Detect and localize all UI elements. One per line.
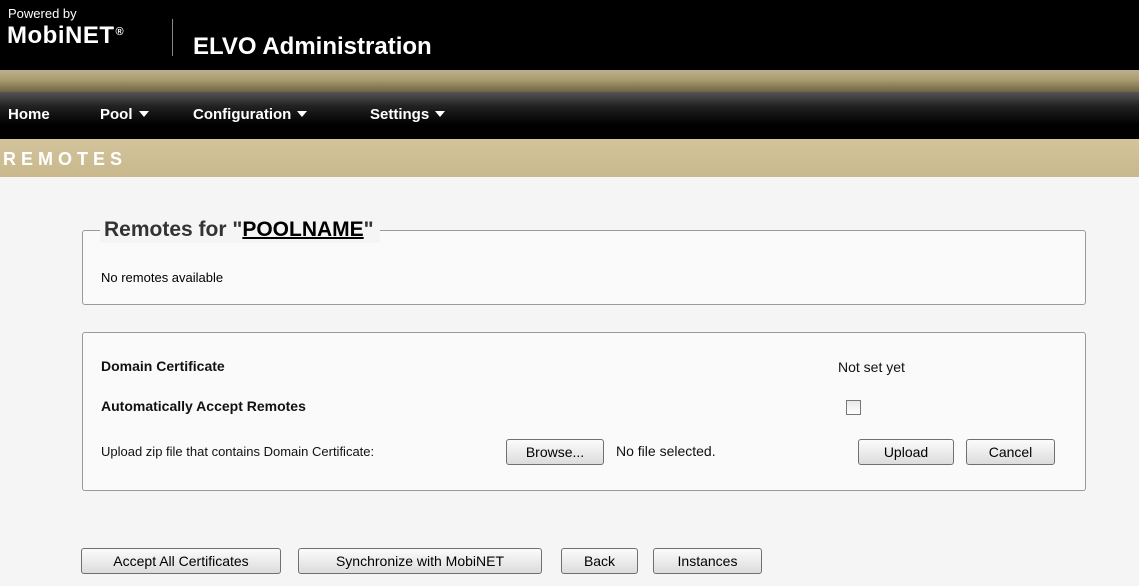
caret-down-icon [138, 111, 149, 117]
registered-mark: ® [115, 26, 125, 38]
auto-accept-checkbox[interactable] [846, 400, 861, 415]
remotes-title-suffix: " [363, 218, 374, 241]
no-remotes-message: No remotes available [101, 270, 224, 285]
remotes-title-prefix: Remotes for " [104, 218, 243, 241]
nav-item-label: Configuration [193, 106, 292, 123]
app-header: Powered by MobiNET® ELVO Administration [0, 0, 1139, 70]
caret-down-icon [297, 111, 308, 117]
header-divider [172, 19, 173, 56]
cancel-button[interactable]: Cancel [966, 439, 1055, 465]
section-title: REMOTES [3, 149, 128, 169]
main-navigation [0, 92, 1139, 139]
header-accent-stripe [0, 70, 1139, 92]
section-header-bar [0, 139, 1139, 177]
nav-item-settings[interactable]: Settings [370, 106, 446, 124]
back-button[interactable]: Back [561, 548, 638, 574]
upload-instructions: Upload zip file that contains Domain Cer… [101, 444, 375, 459]
domain-certificate-label: Domain Certificate [101, 358, 225, 374]
nav-item-label: Home [8, 106, 50, 123]
nav-item-label: Pool [100, 106, 133, 123]
nav-item-home[interactable]: Home [8, 106, 50, 124]
browse-button[interactable]: Browse... [506, 439, 604, 465]
nav-item-pool[interactable]: Pool [100, 106, 149, 124]
nav-item-label: Settings [370, 106, 430, 123]
file-status: No file selected. [616, 443, 716, 459]
pool-name-link[interactable]: POOLNAME [242, 218, 363, 241]
brand-name: MobiNET [7, 22, 115, 49]
nav-item-configuration[interactable]: Configuration [193, 106, 308, 124]
instances-button[interactable]: Instances [653, 548, 762, 574]
app-title: ELVO Administration [193, 33, 432, 60]
auto-accept-label: Automatically Accept Remotes [101, 398, 306, 414]
remotes-panel-title: Remotes for "POOLNAME" [100, 217, 380, 243]
domain-certificate-status: Not set yet [838, 359, 905, 375]
upload-button[interactable]: Upload [858, 439, 954, 465]
brand-logo: MobiNET® [7, 23, 124, 49]
caret-down-icon [435, 111, 446, 117]
accept-all-certificates-button[interactable]: Accept All Certificates [81, 548, 281, 574]
synchronize-button[interactable]: Synchronize with MobiNET [298, 548, 542, 574]
powered-by-text: Powered by [8, 6, 77, 21]
